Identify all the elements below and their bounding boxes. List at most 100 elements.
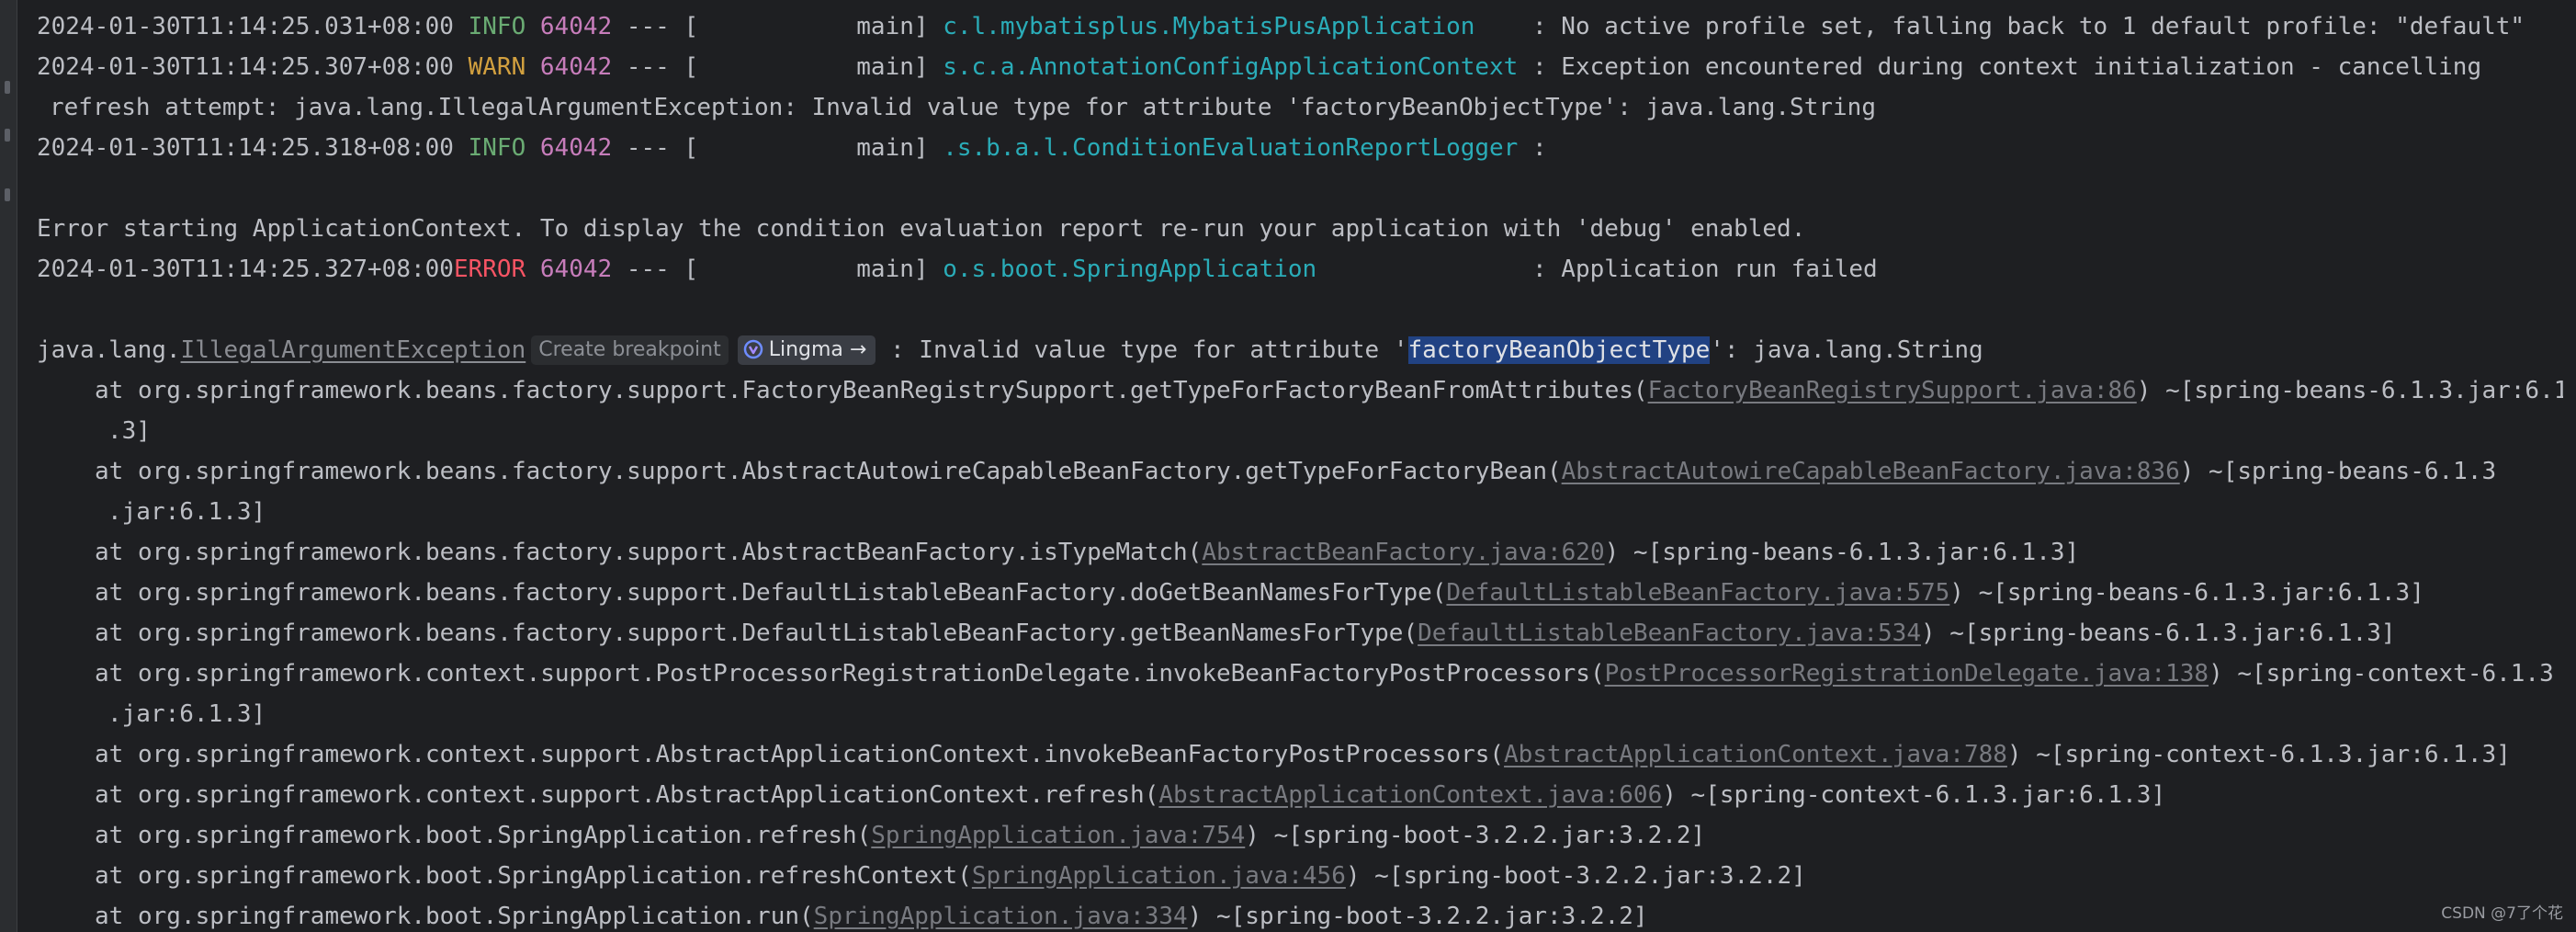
log-thread: --- [ main] — [612, 53, 943, 81]
stack-frame-continuation: .jar:6.1.3] — [37, 492, 2563, 532]
frame-method: at org.springframework.boot.SpringApplic… — [95, 903, 814, 930]
log-timestamp: 2024-01-30T11:14:25.327+08:00 — [37, 256, 454, 283]
stack-frame: at org.springframework.context.support.A… — [37, 734, 2563, 775]
log-timestamp: 2024-01-30T11:14:25.307+08:00 — [37, 53, 454, 81]
source-link[interactable]: DefaultListableBeanFactory.java:534 — [1418, 619, 1921, 647]
lingma-label: Lingma → — [768, 338, 867, 361]
frame-jar: ) ~[spring-beans-6.1.3.jar:6.1 — [2136, 377, 2563, 404]
log-thread: --- [ main] — [612, 256, 943, 283]
log-message: : No active profile set, falling back to… — [1518, 13, 2525, 40]
log-message: : Exception encountered during context i… — [1518, 53, 2482, 81]
frame-jar: ) ~[spring-beans-6.1.3.jar:6.1.3] — [1604, 539, 2080, 566]
stack-frame-continuation: .jar:6.1.3] — [37, 694, 2563, 734]
log-message: refresh attempt: java.lang.IllegalArgume… — [50, 94, 1876, 121]
stack-frame: at org.springframework.beans.factory.sup… — [37, 451, 2563, 492]
source-link[interactable]: AbstractApplicationContext.java:606 — [1158, 781, 1662, 809]
frame-jar: ) ~[spring-boot-3.2.2.jar:3.2.2] — [1187, 903, 1648, 930]
frame-jar: ) ~[spring-context-6.1.3 — [2209, 660, 2554, 688]
exception-message-end: ': java.lang.String — [1710, 336, 1983, 364]
source-link[interactable]: AbstractApplicationContext.java:788 — [1504, 741, 2007, 768]
frame-method: at org.springframework.boot.SpringApplic… — [95, 862, 972, 890]
stack-frame: at org.springframework.boot.SpringApplic… — [37, 856, 2563, 896]
log-timestamp: 2024-01-30T11:14:25.318+08:00 — [37, 134, 454, 162]
gutter-marker — [5, 129, 10, 142]
log-level: INFO — [453, 13, 526, 40]
console-output: 2024-01-30T11:14:25.031+08:00 INFO 64042… — [37, 6, 2563, 932]
log-pid: 64042 — [539, 53, 613, 81]
lingma-button[interactable]: Lingma → — [737, 335, 876, 365]
stack-frame-continuation: .3] — [37, 411, 2563, 451]
frame-method: at org.springframework.beans.factory.sup… — [95, 579, 1447, 607]
log-pid: 64042 — [539, 134, 613, 162]
frame-jar: .3] — [107, 417, 151, 445]
frame-method: at org.springframework.context.support.A… — [95, 781, 1159, 809]
stack-frame: at org.springframework.beans.factory.sup… — [37, 573, 2563, 613]
source-link[interactable]: AbstractAutowireCapableBeanFactory.java:… — [1562, 458, 2180, 485]
highlighted-text: factoryBeanObjectType — [1407, 336, 1711, 364]
stack-frame: at org.springframework.beans.factory.sup… — [37, 532, 2563, 573]
exception-prefix: java.lang. — [37, 336, 181, 364]
frame-jar: ) ~[spring-context-6.1.3.jar:6.1.3] — [2006, 741, 2511, 768]
log-line: 2024-01-30T11:14:25.031+08:00 INFO 64042… — [37, 6, 2563, 47]
exception-line: java.lang.IllegalArgumentException Create… — [37, 330, 2563, 370]
exception-class-link[interactable]: IllegalArgumentException — [181, 336, 526, 364]
log-pid: 64042 — [539, 13, 613, 40]
log-thread: --- [ main] — [612, 134, 943, 162]
frame-jar: .jar:6.1.3] — [107, 498, 266, 526]
log-pid: 64042 — [539, 256, 613, 283]
log-logger: s.c.a.AnnotationConfigApplicationContext — [943, 53, 1519, 81]
log-line: 2024-01-30T11:14:25.327+08:00ERROR 64042… — [37, 249, 2563, 290]
frame-method: at org.springframework.beans.factory.sup… — [95, 458, 1562, 485]
log-message: Error starting ApplicationContext. To di… — [37, 215, 1806, 243]
frame-method: at org.springframework.beans.factory.sup… — [95, 377, 1648, 404]
log-level: WARN — [453, 53, 526, 81]
watermark: CSDN @7了个花 — [2441, 904, 2563, 923]
log-logger: o.s.boot.SpringApplication — [943, 256, 1519, 283]
gutter-marker — [5, 188, 10, 201]
stack-frame: at org.springframework.boot.SpringApplic… — [37, 815, 2563, 856]
source-link[interactable]: DefaultListableBeanFactory.java:575 — [1446, 579, 1949, 607]
log-line: 2024-01-30T11:14:25.307+08:00 WARN 64042… — [37, 47, 2563, 87]
source-link[interactable]: AbstractBeanFactory.java:620 — [1202, 539, 1604, 566]
gutter-marker — [5, 81, 10, 94]
log-logger: c.l.mybatisplus.MybatisPusApplication — [943, 13, 1519, 40]
frame-jar: ) ~[spring-context-6.1.3.jar:6.1.3] — [1662, 781, 2166, 809]
log-timestamp: 2024-01-30T11:14:25.031+08:00 — [37, 13, 454, 40]
log-line: Error starting ApplicationContext. To di… — [37, 209, 2563, 249]
frame-method: at org.springframework.beans.factory.sup… — [95, 619, 1418, 647]
frame-jar: ) ~[spring-boot-3.2.2.jar:3.2.2] — [1245, 822, 1706, 849]
frame-jar: ) ~[spring-beans-6.1.3.jar:6.1.3] — [1949, 579, 2424, 607]
log-thread: --- [ main] — [612, 13, 943, 40]
frame-jar: .jar:6.1.3] — [107, 700, 266, 728]
stack-frame: at org.springframework.context.support.P… — [37, 654, 2563, 694]
editor-gutter — [0, 0, 17, 932]
exception-message: : Invalid value type for attribute ' — [876, 336, 1408, 364]
frame-method: at org.springframework.boot.SpringApplic… — [95, 822, 872, 849]
frame-method: at org.springframework.beans.factory.sup… — [95, 539, 1203, 566]
log-level: INFO — [453, 134, 526, 162]
stack-frame: at org.springframework.beans.factory.sup… — [37, 613, 2563, 654]
log-line-continuation: refresh attempt: java.lang.IllegalArgume… — [37, 87, 2563, 128]
frame-jar: ) ~[spring-boot-3.2.2.jar:3.2.2] — [1345, 862, 1806, 890]
source-link[interactable]: FactoryBeanRegistrySupport.java:86 — [1648, 377, 2137, 404]
frame-jar: ) ~[spring-beans-6.1.3 — [2179, 458, 2497, 485]
source-link[interactable]: SpringApplication.java:456 — [972, 862, 1346, 890]
stack-frame: at org.springframework.beans.factory.sup… — [37, 370, 2563, 411]
frame-method: at org.springframework.context.support.P… — [95, 660, 1605, 688]
log-line: 2024-01-30T11:14:25.318+08:00 INFO 64042… — [37, 128, 2563, 168]
frame-jar: ) ~[spring-beans-6.1.3.jar:6.1.3] — [1920, 619, 2396, 647]
log-level: ERROR — [453, 256, 526, 283]
stack-frame: at org.springframework.context.support.A… — [37, 775, 2563, 815]
source-link[interactable]: SpringApplication.java:754 — [871, 822, 1245, 849]
source-link[interactable]: SpringApplication.java:334 — [814, 903, 1188, 930]
source-link[interactable]: PostProcessorRegistrationDelegate.java:1… — [1605, 660, 2209, 688]
lingma-icon — [743, 339, 763, 359]
log-logger: .s.b.a.l.ConditionEvaluationReportLogger — [943, 134, 1519, 162]
frame-method: at org.springframework.context.support.A… — [95, 741, 1505, 768]
stack-frame: at org.springframework.boot.SpringApplic… — [37, 896, 2563, 932]
log-message: : — [1518, 134, 1547, 162]
log-message: : Application run failed — [1518, 256, 1878, 283]
create-breakpoint-button[interactable]: Create breakpoint — [531, 335, 729, 365]
